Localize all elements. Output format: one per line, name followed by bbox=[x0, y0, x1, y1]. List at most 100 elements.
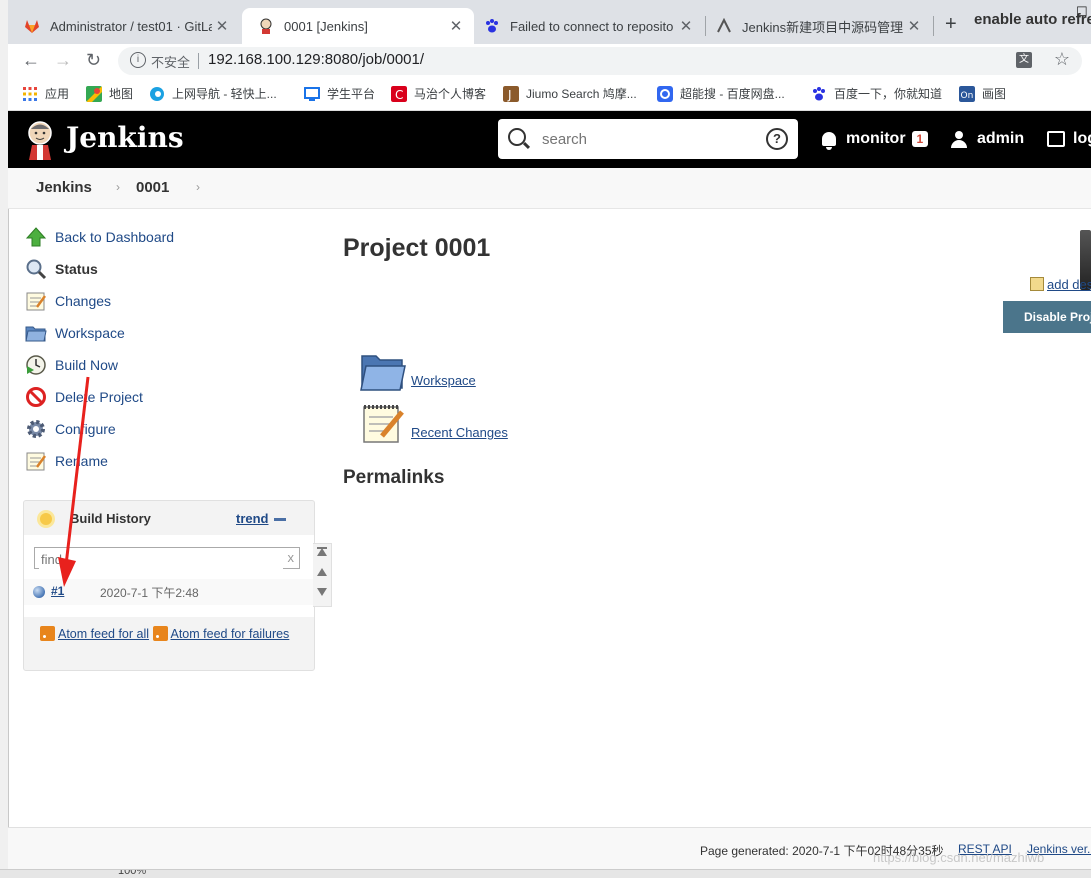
url-text[interactable]: 192.168.100.129:8080/job/0001/ bbox=[208, 51, 424, 68]
monitor-icon bbox=[304, 86, 320, 101]
magnifier-icon bbox=[26, 259, 47, 280]
bookmark-jiumo[interactable]: J Jiumo Search 鸠摩... bbox=[503, 85, 637, 102]
build-row[interactable]: #1 2020-7-1 下午2:48 bbox=[24, 579, 314, 605]
page-title: Project 0001 bbox=[343, 234, 491, 262]
task-configure[interactable]: Configure bbox=[25, 418, 116, 440]
back-arrow-icon[interactable]: ← bbox=[22, 50, 40, 71]
task-changes[interactable]: Changes bbox=[25, 290, 111, 312]
new-tab-plus-icon[interactable]: + bbox=[945, 13, 957, 36]
bookmark-label: 学生平台 bbox=[327, 87, 376, 101]
task-delete-project[interactable]: Delete Project bbox=[25, 386, 143, 408]
chevron-right-icon[interactable]: › bbox=[196, 180, 200, 194]
logout-label: log out bbox=[1073, 130, 1091, 147]
task-label[interactable]: Workspace bbox=[55, 325, 125, 341]
task-label[interactable]: Configure bbox=[55, 421, 116, 437]
build-history-feeds: Atom feed for all Atom feed for failures bbox=[24, 617, 314, 670]
atom-feed-failures-link[interactable]: Atom feed for failures bbox=[171, 627, 290, 641]
c-logo-icon: C bbox=[391, 85, 407, 102]
bookmark-paint[interactable]: On 画图 bbox=[959, 85, 1006, 102]
build-history-scroll-controls bbox=[313, 543, 332, 607]
add-description-link[interactable]: add description bbox=[1030, 277, 1091, 292]
csdn-icon bbox=[717, 18, 731, 33]
trend-link[interactable]: trend bbox=[236, 511, 269, 526]
sun-weather-icon bbox=[40, 513, 52, 525]
scroll-to-top-icon[interactable] bbox=[317, 548, 327, 556]
bookmark-apps[interactable]: 应用 bbox=[22, 85, 69, 102]
build-time-link[interactable]: 2020-7-1 下午2:48 bbox=[100, 584, 199, 601]
jenkins-icon bbox=[260, 18, 272, 34]
notepad-icon bbox=[363, 405, 404, 443]
close-icon[interactable]: ✕ bbox=[676, 17, 696, 35]
help-icon[interactable]: ? bbox=[766, 128, 788, 150]
clear-icon[interactable]: x bbox=[288, 550, 295, 565]
find-field: x bbox=[34, 547, 300, 569]
monitor-link[interactable]: monitor 1 bbox=[822, 130, 929, 150]
close-icon[interactable]: ✕ bbox=[446, 17, 466, 35]
task-label[interactable]: Back to Dashboard bbox=[55, 229, 174, 245]
logout-link[interactable]: log out bbox=[1047, 130, 1091, 148]
tab-divider bbox=[933, 16, 934, 36]
close-icon[interactable]: ✕ bbox=[904, 17, 924, 35]
bookmark-chaonengsou[interactable]: 超能搜 - 百度网盘... bbox=[657, 85, 785, 102]
user-icon bbox=[951, 131, 967, 148]
collapse-icon[interactable] bbox=[274, 518, 286, 521]
divider bbox=[198, 53, 199, 69]
search-icon bbox=[508, 128, 526, 146]
address-bar[interactable]: i 不安全 192.168.100.129:8080/job/0001/ 文 ☆ bbox=[118, 47, 1082, 75]
user-link[interactable]: admin bbox=[951, 130, 1024, 148]
search-input[interactable] bbox=[540, 127, 754, 151]
task-status[interactable]: Status bbox=[25, 258, 98, 280]
svg-text:On: On bbox=[961, 91, 974, 101]
rss-feed-icon[interactable] bbox=[152, 626, 168, 641]
workspace-link[interactable]: Workspace bbox=[411, 373, 476, 388]
tab-failed-connect[interactable]: Failed to connect to reposito ✕ bbox=[474, 8, 704, 44]
info-icon[interactable]: i bbox=[130, 52, 146, 68]
task-workspace[interactable]: Workspace bbox=[25, 322, 125, 344]
svg-text:C: C bbox=[395, 88, 403, 102]
jenkins-header: Jenkins ? monitor 1 admin log out bbox=[8, 111, 1091, 168]
rss-feed-icon[interactable] bbox=[40, 626, 55, 641]
disable-project-button[interactable]: Disable Project bbox=[1003, 301, 1091, 333]
bookmark-label: 地图 bbox=[109, 87, 134, 101]
chevron-right-icon[interactable]: › bbox=[116, 180, 120, 194]
scroll-up-icon[interactable] bbox=[317, 568, 327, 576]
enable-auto-refresh-link[interactable]: enable auto refresh bbox=[974, 11, 1091, 28]
monitor-label: monitor bbox=[846, 130, 906, 147]
forward-arrow-icon[interactable]: → bbox=[54, 50, 72, 71]
build-number-link[interactable]: #1 bbox=[51, 584, 64, 598]
breadcrumb-jenkins[interactable]: Jenkins bbox=[36, 179, 92, 196]
task-rename[interactable]: Rename bbox=[25, 450, 108, 472]
build-history-widget: Build History trend x #1 2020-7-1 下午2:48… bbox=[23, 500, 315, 671]
atom-feed-all-link[interactable]: Atom feed for all bbox=[58, 627, 149, 641]
bookmark-star-icon[interactable]: ☆ bbox=[1054, 49, 1070, 70]
reload-icon[interactable]: ↻ bbox=[86, 50, 101, 71]
breadcrumb-0001[interactable]: 0001 bbox=[136, 179, 169, 196]
jenkins-title[interactable]: Jenkins bbox=[66, 121, 184, 154]
recent-changes-link[interactable]: Recent Changes bbox=[411, 425, 508, 440]
task-label[interactable]: Delete Project bbox=[55, 389, 143, 405]
bell-icon bbox=[822, 132, 836, 150]
scroll-down-icon[interactable] bbox=[317, 588, 327, 596]
tab-title: Administrator / test01 · GitLa bbox=[50, 18, 212, 34]
task-label[interactable]: Status bbox=[55, 261, 98, 277]
build-history-body: x #1 2020-7-1 下午2:48 bbox=[24, 535, 314, 617]
bookmark-map[interactable]: 地图 bbox=[86, 85, 133, 102]
task-back-to-dashboard[interactable]: Back to Dashboard bbox=[25, 226, 174, 248]
bookmark-nav[interactable]: 上网导航 - 轻快上... bbox=[149, 85, 277, 102]
find-input[interactable] bbox=[39, 549, 283, 569]
task-label[interactable]: Rename bbox=[55, 453, 108, 469]
bookmark-baidu[interactable]: 百度一下，你就知道 bbox=[811, 85, 942, 102]
jenkins-butler-logo[interactable] bbox=[24, 120, 56, 160]
bookmark-student[interactable]: 学生平台 bbox=[304, 85, 375, 102]
task-label[interactable]: Changes bbox=[55, 293, 111, 309]
task-build-now[interactable]: Build Now bbox=[25, 354, 118, 376]
permalinks-heading: Permalinks bbox=[343, 467, 445, 488]
tab-gitlab[interactable]: Administrator / test01 · GitLa ✕ bbox=[8, 8, 240, 44]
tab-csdn[interactable]: Jenkins新建项目中源码管理Re ✕ bbox=[706, 8, 932, 44]
tab-jenkins[interactable]: 0001 [Jenkins] ✕ bbox=[242, 8, 474, 44]
bookmark-label: Jiumo Search 鸠摩... bbox=[526, 87, 637, 101]
translate-icon[interactable]: 文 bbox=[1016, 52, 1032, 68]
close-icon[interactable]: ✕ bbox=[212, 17, 232, 35]
task-label[interactable]: Build Now bbox=[55, 357, 118, 373]
bookmark-blog[interactable]: C 马治个人博客 bbox=[391, 85, 486, 102]
